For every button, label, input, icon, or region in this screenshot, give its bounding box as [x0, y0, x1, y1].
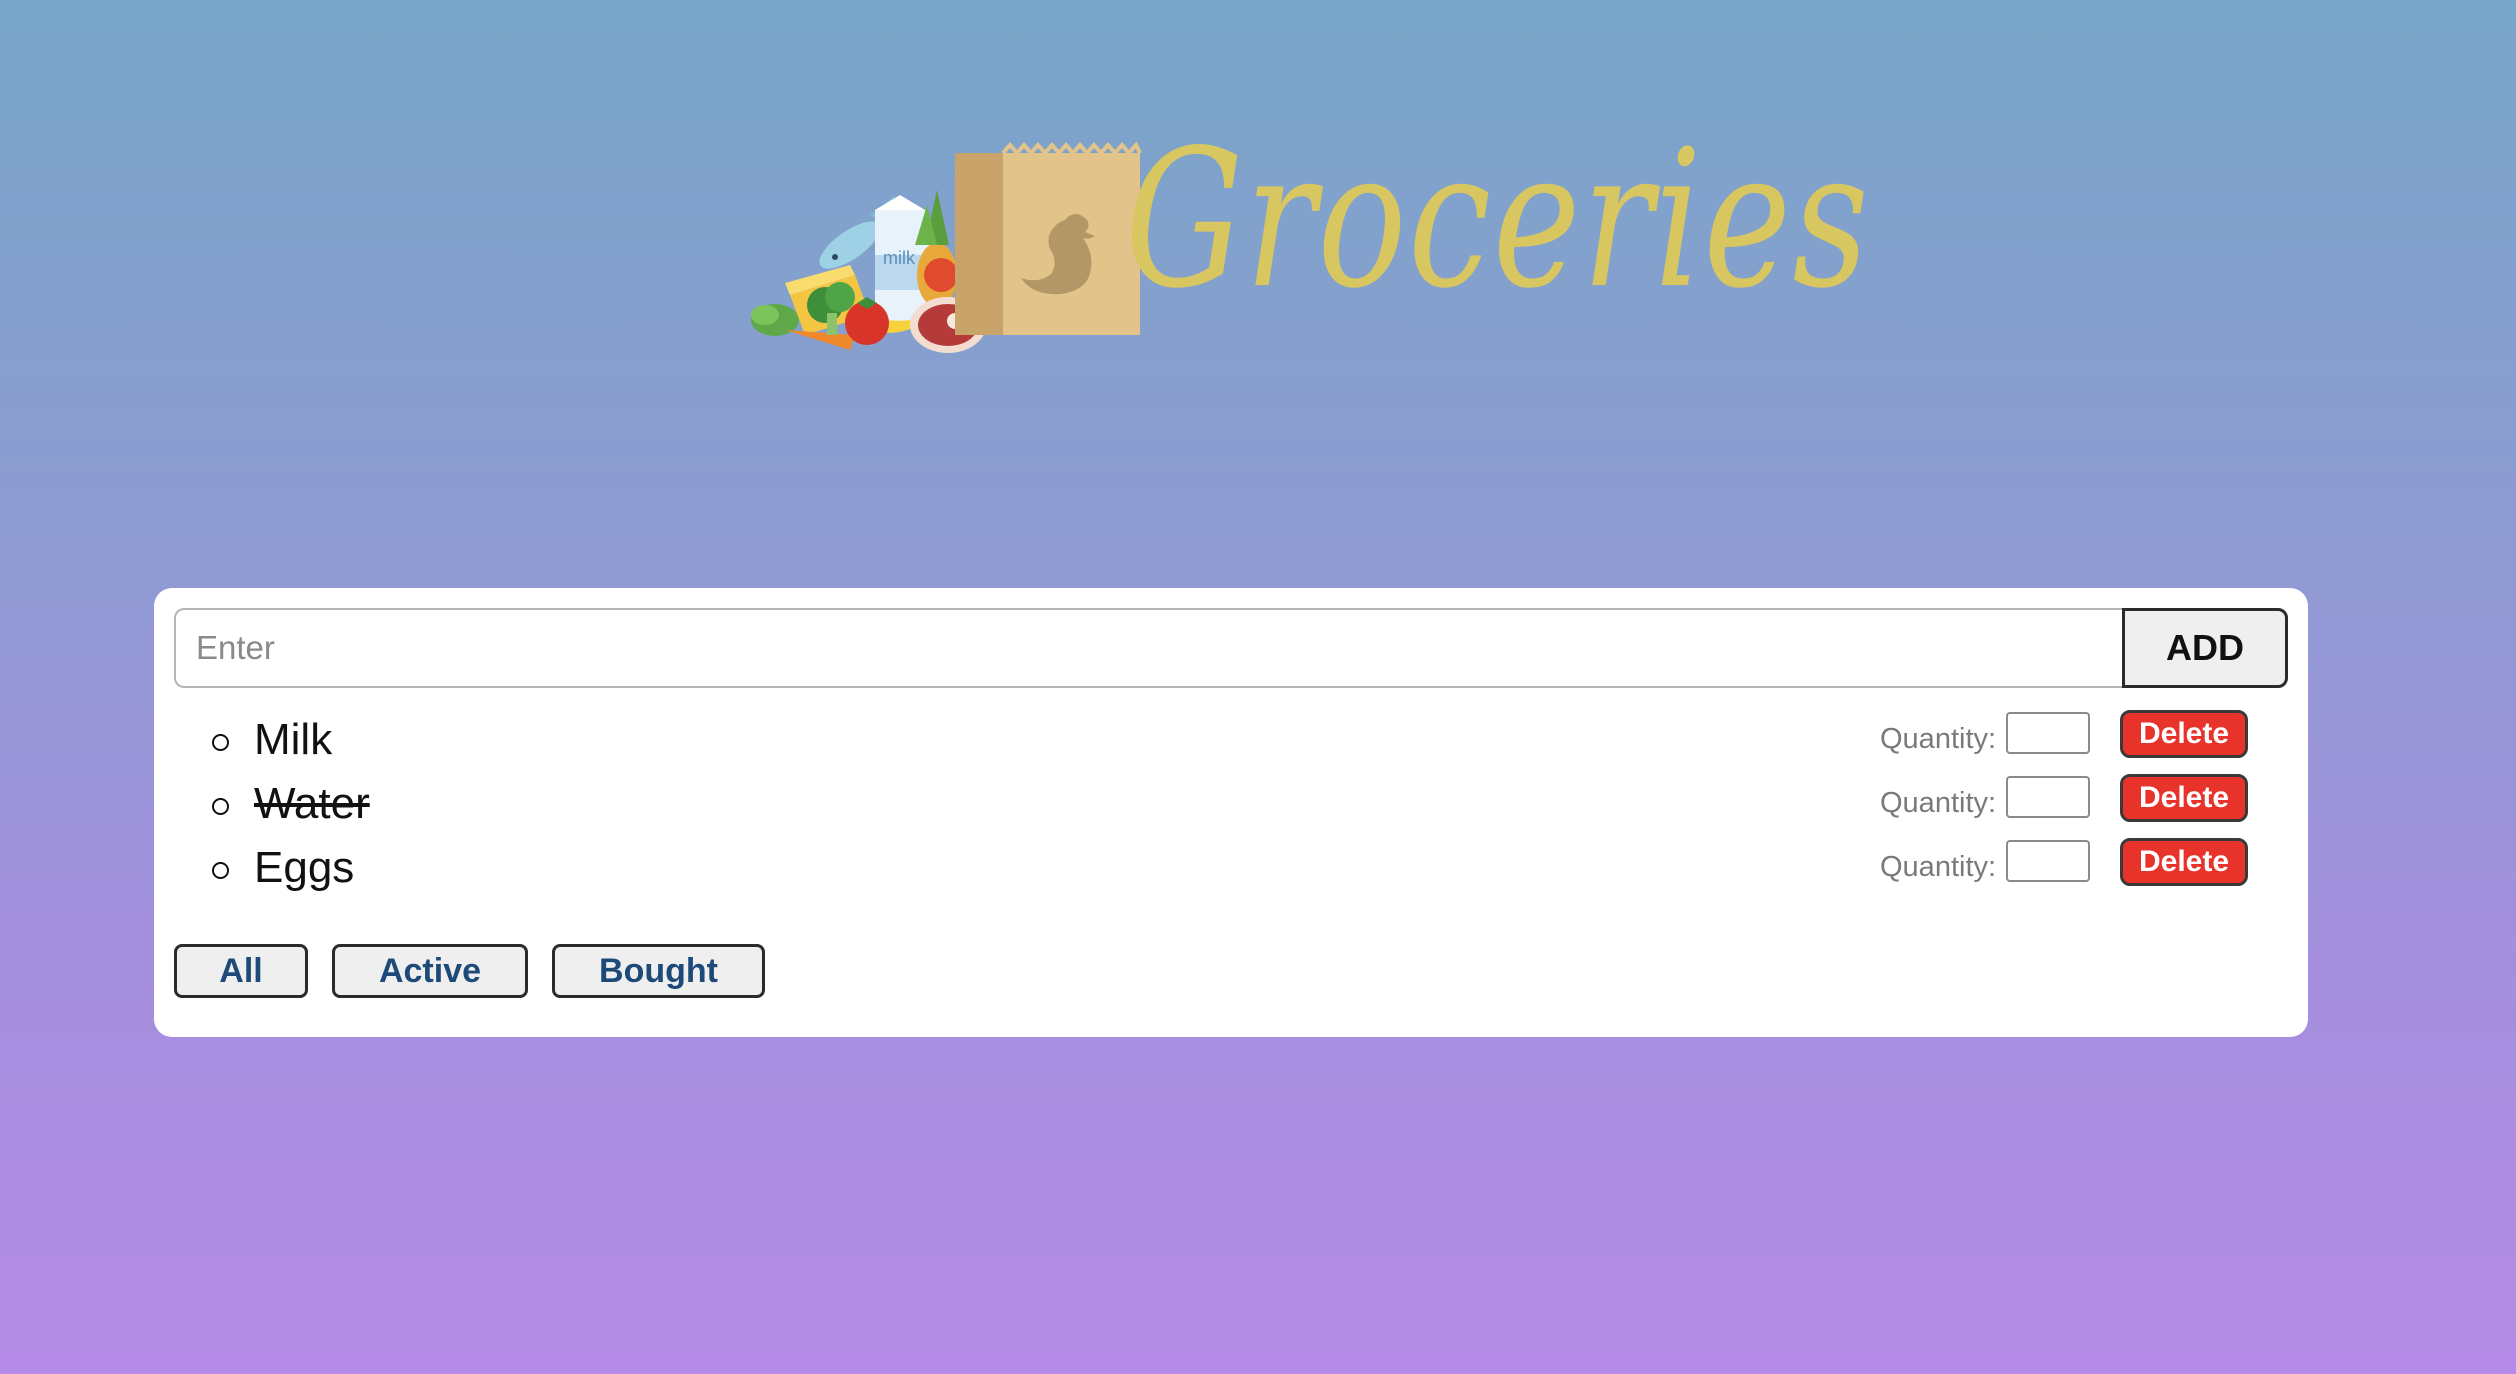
apple-icon [924, 258, 958, 292]
paper-bag-icon [955, 141, 1142, 335]
filter-active-button[interactable]: Active [332, 944, 528, 998]
bullet-icon [212, 798, 229, 815]
add-button[interactable]: ADD [2122, 608, 2288, 688]
item-name[interactable]: Water [254, 782, 370, 826]
grocery-list: Milk Quantity: Delete Water Quantity: De… [154, 708, 2308, 900]
groceries-logo: milk Groceries [745, 125, 1869, 395]
quantity-label: Quantity: [1880, 851, 1997, 883]
delete-button[interactable]: Delete [2120, 838, 2248, 886]
item-entry-input[interactable] [174, 608, 2122, 688]
filter-all-button[interactable]: All [174, 944, 308, 998]
delete-button[interactable]: Delete [2120, 774, 2248, 822]
carrot-icon [785, 330, 855, 350]
list-item: Water Quantity: Delete [154, 772, 2308, 836]
milk-label: milk [883, 248, 916, 268]
delete-button[interactable]: Delete [2120, 710, 2248, 758]
item-name[interactable]: Milk [254, 718, 332, 762]
quantity-label: Quantity: [1880, 723, 1997, 755]
filter-bar: All Active Bought [174, 944, 789, 998]
list-item: Milk Quantity: Delete [154, 708, 2308, 772]
list-item: Eggs Quantity: Delete [154, 836, 2308, 900]
quantity-input[interactable] [2006, 776, 2090, 818]
bullet-icon [212, 862, 229, 879]
quantity-label: Quantity: [1880, 787, 1997, 819]
item-name[interactable]: Eggs [254, 846, 354, 890]
quantity-input[interactable] [2006, 840, 2090, 882]
filter-bought-button[interactable]: Bought [552, 944, 765, 998]
grocery-panel: ADD Milk Quantity: Delete Water Quantity… [154, 588, 2308, 1037]
groceries-title: Groceries [1125, 109, 1871, 330]
entry-row: ADD [174, 608, 2288, 688]
quantity-input[interactable] [2006, 712, 2090, 754]
bullet-icon [212, 734, 229, 751]
